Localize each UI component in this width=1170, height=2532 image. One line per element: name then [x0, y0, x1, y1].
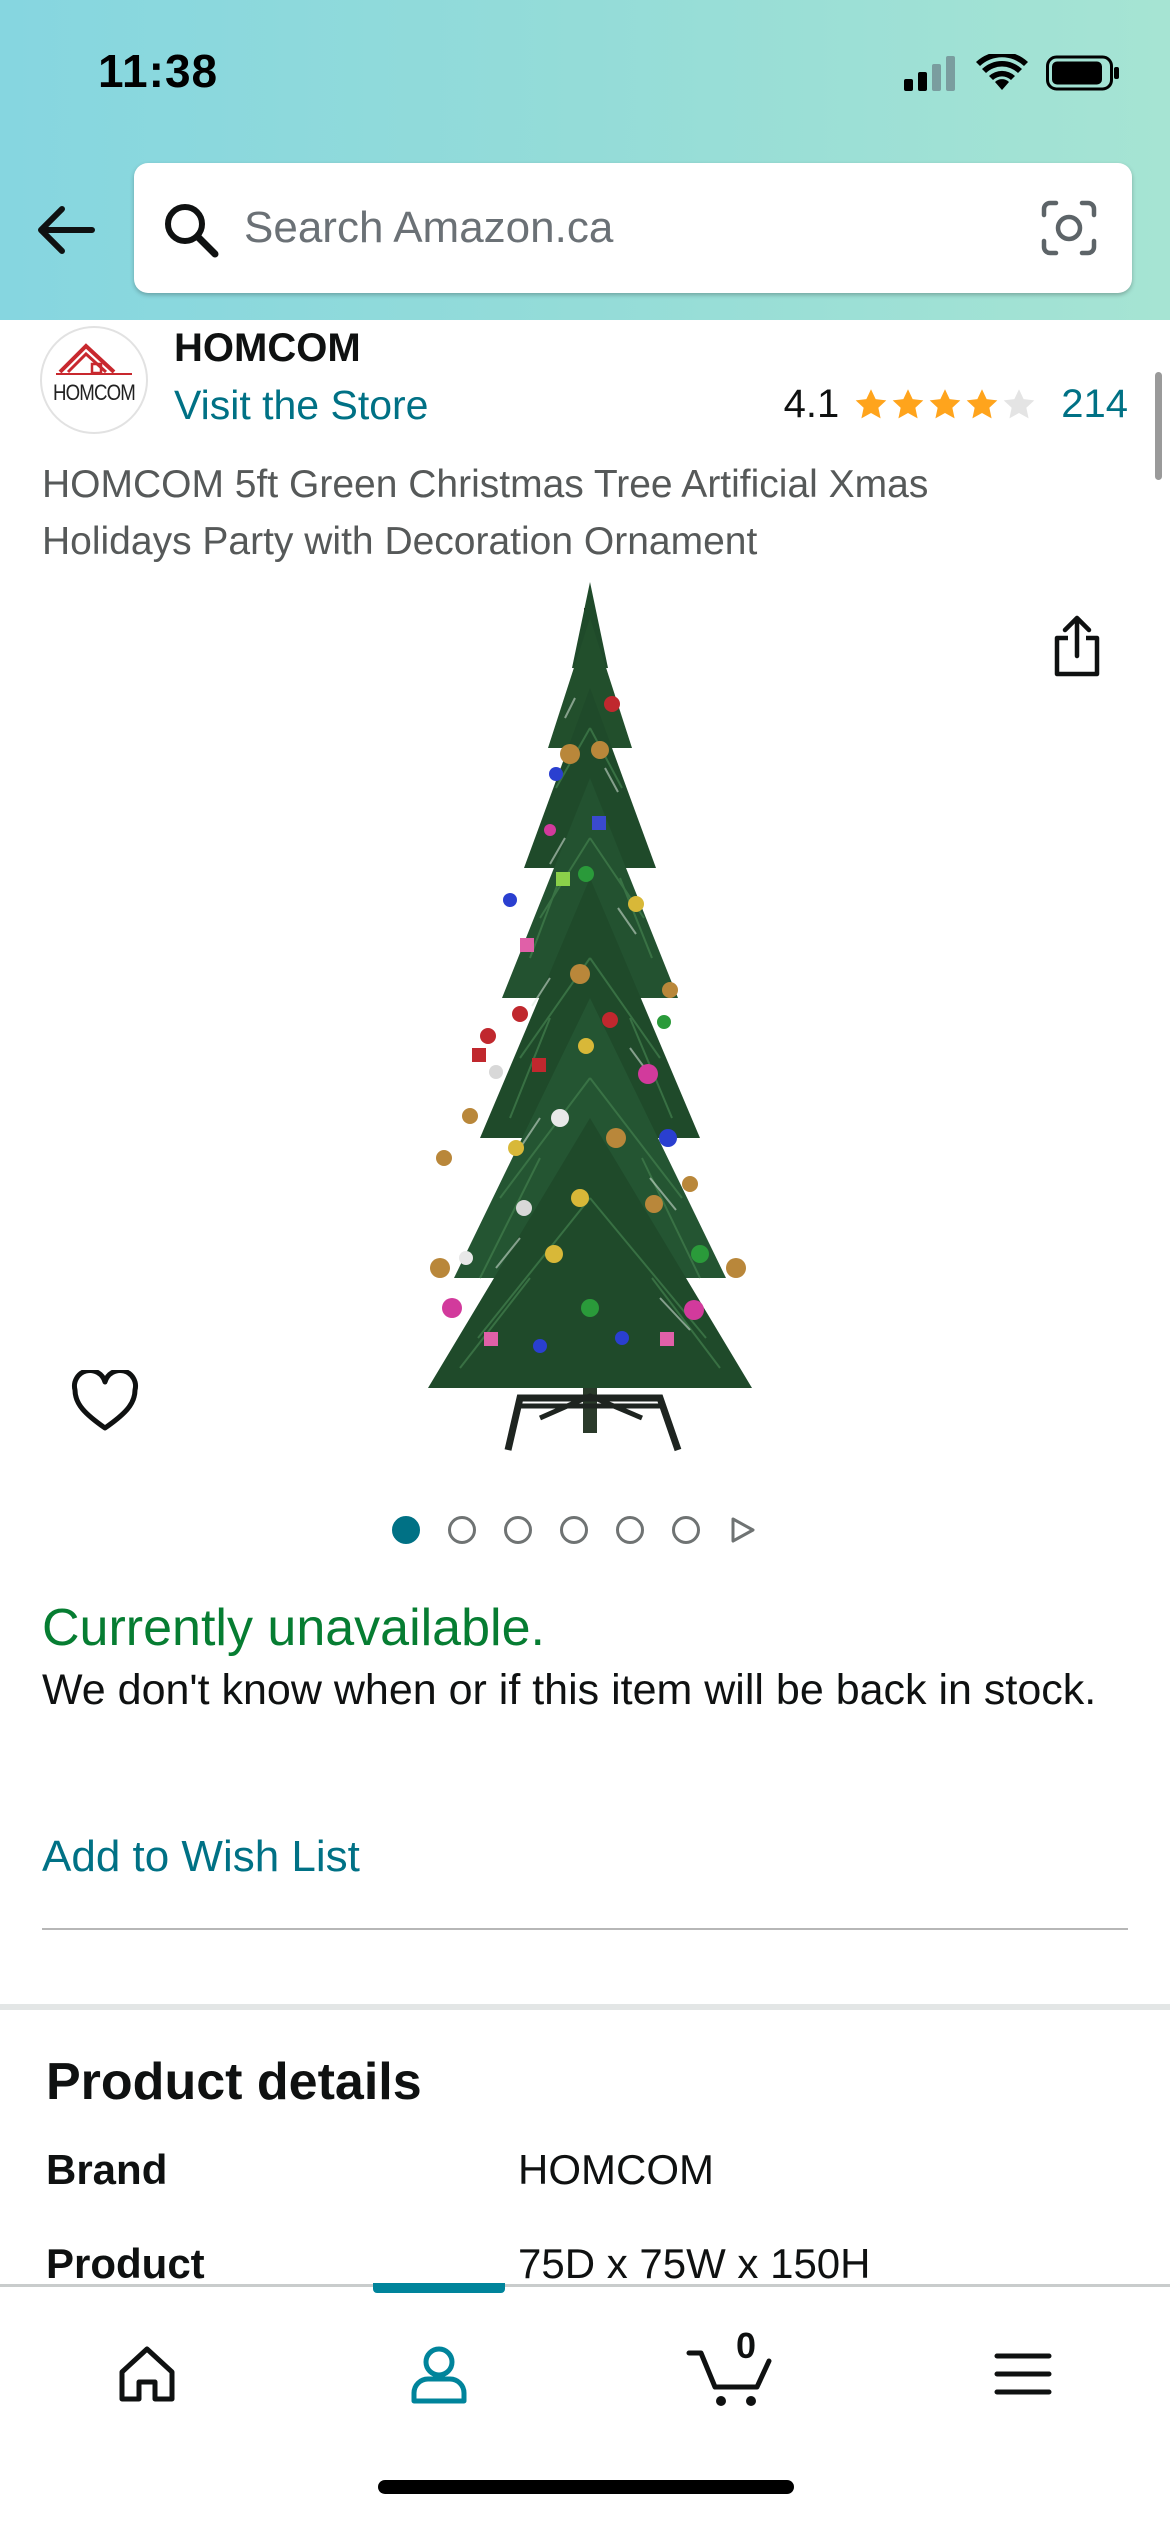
brand-name: HOMCOM: [174, 326, 361, 370]
home-indicator: [378, 2480, 794, 2494]
nav-menu-button[interactable]: [968, 2329, 1078, 2419]
status-time: 11:38: [98, 45, 219, 97]
carousel-dot[interactable]: [504, 1516, 532, 1544]
carousel-dot[interactable]: [448, 1516, 476, 1544]
search-icon: [165, 204, 219, 258]
divider: [42, 1928, 1128, 1930]
carousel-dot[interactable]: [672, 1516, 700, 1544]
search-input[interactable]: [244, 193, 1004, 263]
detail-label-product: Product: [46, 2240, 205, 2287]
nav-account-button[interactable]: [384, 2329, 494, 2419]
active-tab-indicator: [373, 2283, 505, 2293]
heart-icon: [71, 1368, 139, 1431]
brand-logo-text: HOMCOM: [53, 380, 135, 405]
carousel-dot[interactable]: [616, 1516, 644, 1544]
hamburger-menu-icon: [994, 2353, 1052, 2395]
image-carousel-dots[interactable]: [392, 1516, 756, 1544]
availability-message: We don't know when or if this item will …: [42, 1666, 1097, 1714]
nav-home-button[interactable]: [92, 2329, 202, 2419]
share-button[interactable]: [1042, 608, 1112, 684]
status-icons: [904, 54, 1120, 92]
search-bar[interactable]: [134, 163, 1132, 293]
scrollbar: [1155, 372, 1162, 480]
christmas-tree-image: [428, 582, 752, 1452]
product-details-heading: Product details: [46, 2053, 422, 2111]
back-button[interactable]: [32, 196, 100, 264]
section-divider: [0, 2004, 1170, 2010]
wishlist-heart-button[interactable]: [70, 1368, 140, 1440]
wifi-icon: [976, 54, 1028, 90]
camera-scan-icon[interactable]: [1040, 199, 1098, 257]
bottom-navigation-bar: 0: [0, 2283, 1170, 2532]
star-icon: [929, 388, 961, 418]
share-icon: [1054, 615, 1100, 677]
nav-cart-button[interactable]: 0: [676, 2325, 786, 2419]
availability-status: Currently unavailable.: [42, 1599, 545, 1657]
visit-store-link[interactable]: Visit the Store: [174, 382, 429, 429]
rating-row[interactable]: 4.1 214: [784, 382, 1128, 427]
cart-count: 0: [735, 2325, 757, 2366]
star-empty-icon: [1003, 388, 1035, 418]
battery-icon: [1046, 55, 1119, 91]
detail-value-brand: HOMCOM: [518, 2146, 714, 2193]
carousel-dot-active[interactable]: [392, 1516, 420, 1544]
star-rating: [853, 387, 1037, 423]
add-to-wish-list-link[interactable]: Add to Wish List: [42, 1832, 360, 1882]
person-icon: [411, 2346, 467, 2404]
home-icon: [119, 2346, 175, 2402]
star-icon: [892, 388, 924, 418]
cellular-signal-icon: [904, 56, 955, 91]
detail-value-product: 75D x 75W x 150H: [518, 2240, 871, 2287]
product-image[interactable]: [360, 578, 820, 1458]
review-count-link[interactable]: 214: [1061, 382, 1128, 427]
app-header: 11:38: [0, 0, 1170, 320]
arrow-left-icon: [38, 206, 95, 254]
play-triangle-icon[interactable]: [728, 1516, 756, 1544]
rating-value: 4.1: [783, 382, 840, 426]
star-icon: [966, 388, 998, 418]
detail-label-brand: Brand: [46, 2146, 168, 2193]
carousel-dot[interactable]: [560, 1516, 588, 1544]
product-title: HOMCOM 5ft Green Christmas Tree Artifici…: [42, 463, 929, 563]
brand-logo[interactable]: HOMCOM: [40, 326, 148, 434]
brand-logo-image: HOMCOM: [53, 343, 136, 405]
star-icon: [855, 388, 887, 418]
